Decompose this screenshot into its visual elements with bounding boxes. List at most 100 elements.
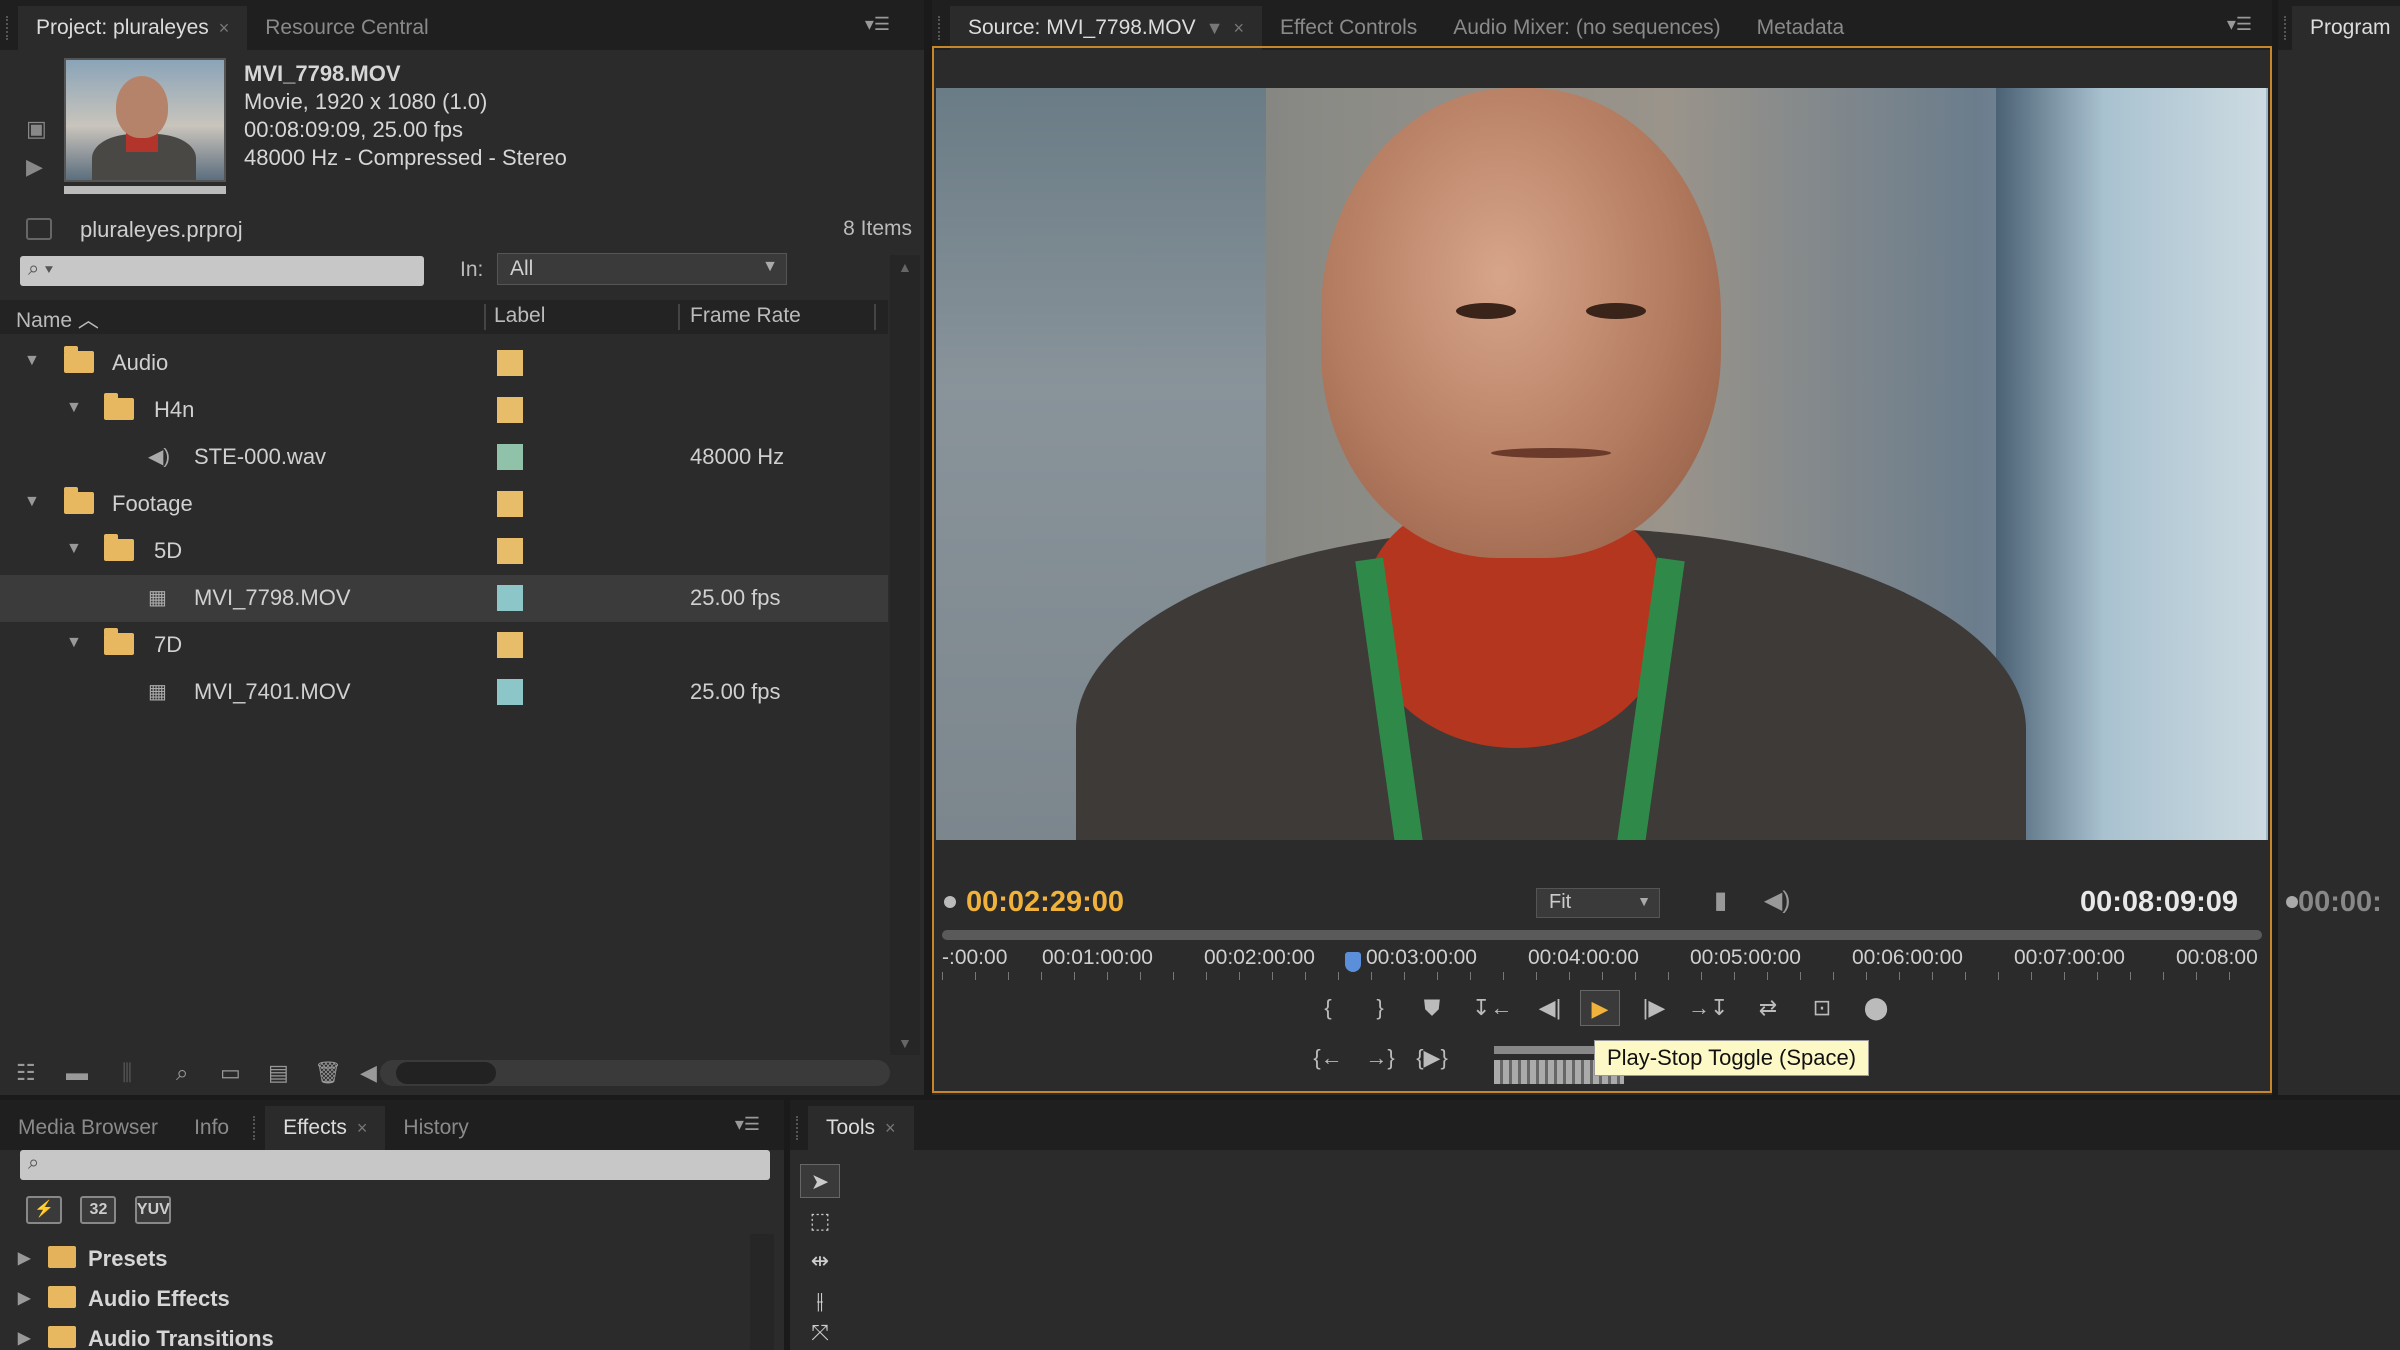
selection-tool-icon[interactable]: ➤ — [800, 1164, 840, 1198]
find-icon[interactable]: ⌕ — [176, 1060, 188, 1086]
panel-grip[interactable] — [938, 16, 944, 40]
project-search-input[interactable]: ⌕ ▾ — [20, 256, 424, 286]
step-back-button[interactable]: ◀| — [1530, 990, 1570, 1026]
label-swatch[interactable] — [497, 444, 523, 470]
tab-source[interactable]: Source: MVI_7798.MOV ▼ × — [950, 6, 1262, 50]
scroll-thumb[interactable] — [396, 1062, 496, 1084]
column-label[interactable]: Label — [494, 304, 545, 328]
thumbnail-scrubber[interactable] — [64, 186, 226, 194]
expand-triangle-icon[interactable]: ▶ — [18, 1248, 30, 1268]
tab-resource-central[interactable]: Resource Central — [247, 6, 446, 50]
label-swatch[interactable] — [497, 632, 523, 658]
panel-menu-icon[interactable]: ▾☰ — [2227, 14, 2252, 35]
panel-grip[interactable] — [2284, 16, 2286, 40]
close-icon[interactable]: × — [219, 18, 230, 39]
add-marker-button[interactable]: ⛊ — [1412, 990, 1452, 1026]
video-preview[interactable] — [936, 88, 2268, 840]
track-select-tool-icon[interactable]: ⬚ — [800, 1204, 840, 1238]
rolling-edit-tool-icon[interactable]: ⫲ — [800, 1284, 840, 1318]
expand-triangle-icon[interactable]: ▼ — [66, 399, 82, 417]
zoom-select[interactable]: Fit ▼ — [1536, 888, 1660, 918]
safe-margins-button[interactable]: ⊡ — [1802, 990, 1842, 1026]
label-swatch[interactable] — [497, 397, 523, 423]
mark-out-button[interactable]: } — [1360, 990, 1400, 1026]
export-frame-button[interactable]: ⬤ — [1856, 990, 1896, 1026]
list-item[interactable]: ▶ Audio Transitions — [0, 1318, 744, 1350]
panel-menu-icon[interactable]: ▾☰ — [735, 1114, 760, 1135]
tab-program[interactable]: Program — [2292, 6, 2400, 50]
play-stop-button[interactable]: ▶ — [1580, 990, 1620, 1026]
mark-in-button[interactable]: { — [1308, 990, 1348, 1026]
list-item[interactable]: ▼ Footage — [0, 481, 888, 528]
play-preview-icon[interactable]: ▶ — [26, 148, 47, 186]
list-item-selected[interactable]: ▦ MVI_7798.MOV 25.00 fps — [0, 575, 888, 622]
close-icon[interactable]: × — [1233, 18, 1244, 39]
expand-triangle-icon[interactable]: ▼ — [24, 493, 40, 511]
drag-video-icon[interactable]: ▮ — [1714, 887, 1727, 914]
effects-scrollbar[interactable] — [750, 1234, 774, 1350]
tab-tools[interactable]: Tools × — [808, 1106, 914, 1150]
tab-audio-mixer[interactable]: Audio Mixer: (no sequences) — [1435, 6, 1738, 50]
panel-grip[interactable] — [253, 1116, 259, 1140]
loop-button[interactable]: ⇄ — [1748, 990, 1788, 1026]
expand-triangle-icon[interactable]: ▼ — [66, 634, 82, 652]
program-timecode[interactable]: 00:00: — [2298, 886, 2382, 919]
yuv-effects-icon[interactable]: YUV — [134, 1196, 171, 1224]
go-to-in-button[interactable]: ↧← — [1472, 990, 1512, 1026]
project-vertical-scrollbar[interactable]: ▲ ▼ — [890, 255, 920, 1055]
accelerated-effects-icon[interactable]: ⚡ — [26, 1196, 62, 1224]
column-name[interactable]: Name ︿ — [16, 304, 99, 334]
close-icon[interactable]: × — [357, 1118, 368, 1139]
label-swatch[interactable] — [497, 679, 523, 705]
list-item[interactable]: ▼ 7D — [0, 622, 888, 669]
panel-grip[interactable] — [796, 1116, 802, 1140]
expand-triangle-icon[interactable]: ▶ — [18, 1328, 30, 1348]
tab-effects[interactable]: Effects × — [265, 1106, 386, 1150]
ripple-edit-tool-icon[interactable]: ⇹ — [800, 1244, 840, 1278]
panel-menu-icon[interactable]: ▾☰ — [865, 14, 890, 35]
zoom-scrollbar[interactable] — [942, 930, 2262, 940]
expand-triangle-icon[interactable]: ▶ — [18, 1288, 30, 1308]
expand-triangle-icon[interactable]: ▼ — [24, 352, 40, 370]
list-view-icon[interactable]: ☷ — [16, 1060, 36, 1086]
poster-frame-icon[interactable]: ▣ — [26, 110, 47, 148]
list-item[interactable]: ▶ Audio Effects — [0, 1278, 744, 1318]
label-swatch[interactable] — [497, 585, 523, 611]
playhead[interactable] — [1345, 952, 1361, 972]
new-item-icon[interactable]: ▤ — [268, 1060, 289, 1086]
expand-triangle-icon[interactable]: ▼ — [66, 540, 82, 558]
tab-effect-controls[interactable]: Effect Controls — [1262, 6, 1435, 50]
automate-to-sequence-icon[interactable]: ⫼ — [122, 1060, 132, 1086]
play-in-to-out-button[interactable]: {▶} — [1412, 1040, 1452, 1076]
32bit-effects-icon[interactable]: 32 — [80, 1196, 117, 1224]
label-swatch[interactable] — [497, 350, 523, 376]
trash-icon[interactable]: 🗑 — [314, 1060, 342, 1086]
close-icon[interactable]: × — [885, 1118, 896, 1139]
step-forward-button[interactable]: |▶ — [1634, 990, 1674, 1026]
label-swatch[interactable] — [497, 491, 523, 517]
go-to-out-button[interactable]: →↧ — [1688, 990, 1728, 1026]
in-select[interactable]: All ▼ — [497, 253, 787, 285]
tab-metadata[interactable]: Metadata — [1739, 6, 1863, 50]
new-bin-icon[interactable]: ▭ — [220, 1060, 241, 1086]
tab-history[interactable]: History — [385, 1106, 486, 1150]
list-item[interactable]: ▼ Audio — [0, 340, 888, 387]
drag-audio-icon[interactable]: ◀) — [1764, 887, 1790, 914]
chevron-down-icon[interactable]: ▼ — [1206, 18, 1224, 39]
tab-project[interactable]: Project: pluraleyes × — [18, 6, 248, 50]
scroll-up-icon[interactable]: ▲ — [898, 259, 912, 275]
scroll-down-icon[interactable]: ▼ — [898, 1035, 912, 1051]
overwrite-button[interactable]: →} — [1360, 1040, 1400, 1076]
list-item[interactable]: ▦ MVI_7401.MOV 25.00 fps — [0, 669, 888, 716]
panel-grip[interactable] — [6, 16, 12, 40]
time-ruler[interactable]: -:00:00 00:01:00:00 00:02:00:00 00:03:00:00… — [942, 930, 2262, 982]
list-item[interactable]: ◀) STE-000.wav 48000 Hz — [0, 434, 888, 481]
icon-view-icon[interactable]: ▬ — [66, 1060, 88, 1086]
tab-media-browser[interactable]: Media Browser — [0, 1106, 176, 1150]
list-item[interactable]: ▼ H4n — [0, 387, 888, 434]
tab-info[interactable]: Info — [176, 1106, 247, 1150]
label-swatch[interactable] — [497, 538, 523, 564]
effects-search-input[interactable]: ⌕ — [20, 1150, 770, 1180]
list-item[interactable]: ▶ Presets — [0, 1238, 744, 1278]
column-frame-rate[interactable]: Frame Rate — [690, 304, 801, 328]
